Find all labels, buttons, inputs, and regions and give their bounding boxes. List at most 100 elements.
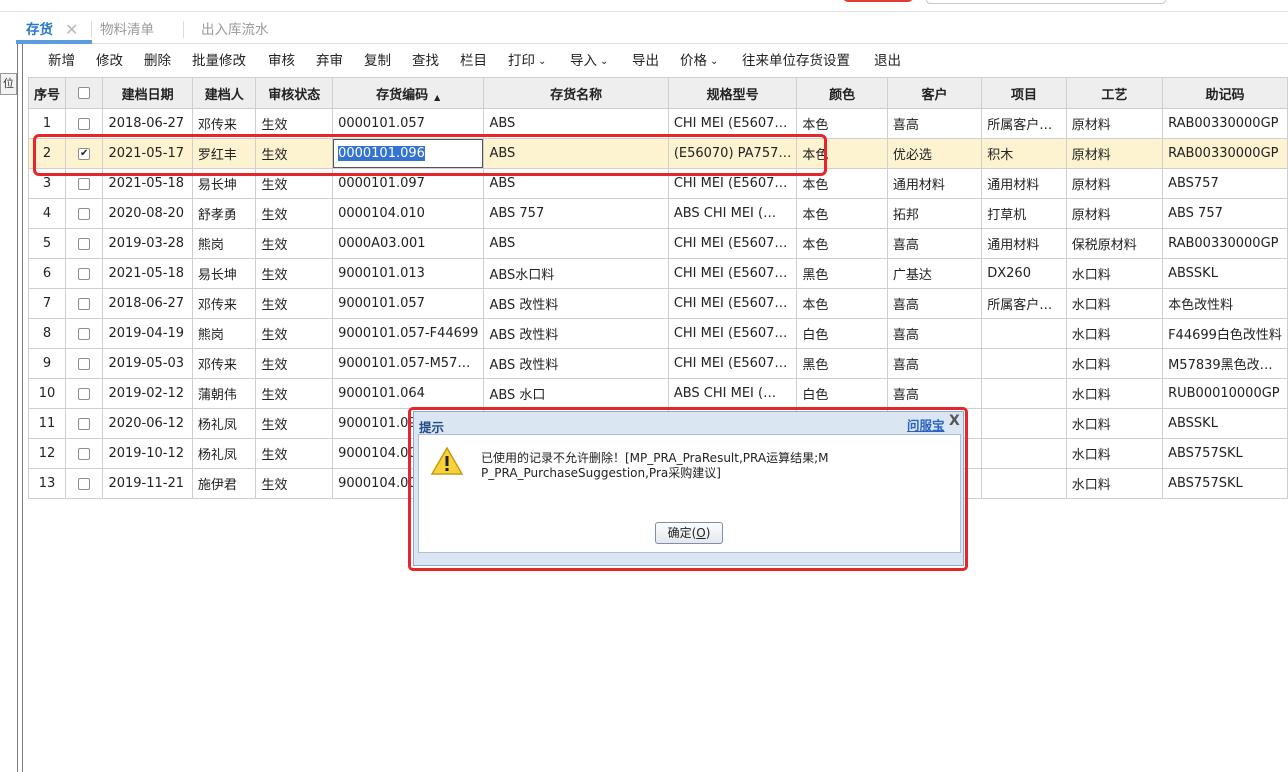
cell-status[interactable]: 生效 (255, 318, 334, 349)
cell-spec[interactable]: ABS CHI MEI (… (667, 198, 798, 229)
cell-status[interactable]: 生效 (255, 438, 334, 469)
cell-project[interactable]: 所属客户… (981, 108, 1067, 139)
side-tab[interactable]: 位 (0, 73, 17, 95)
cell-date[interactable]: 2019-05-03 (102, 348, 193, 379)
cell-no[interactable]: 13 (27, 468, 67, 499)
toolbar-button-14[interactable]: 退出 (874, 46, 901, 76)
table-row[interactable]: 4 2020-08-20 舒孝勇 生效 0000104.010 ABS 757 ABS CH… (27, 198, 1288, 229)
cell-code[interactable]: 0000104.010 (332, 198, 485, 229)
cell-color[interactable]: 白色 (796, 318, 888, 349)
cell-checked[interactable] (65, 348, 104, 379)
cell-checked[interactable] (65, 258, 104, 289)
toolbar-button-4[interactable]: 审核 (268, 46, 295, 76)
column-header[interactable]: 项目 (981, 77, 1067, 109)
cell-name[interactable]: ABS 改性料 (483, 288, 669, 319)
cell-code[interactable]: 9000101.013 (332, 258, 485, 289)
cell-project[interactable]: DX260 (981, 258, 1067, 289)
row-checkbox[interactable] (78, 357, 91, 370)
cell-project[interactable]: 通用材料 (981, 168, 1067, 199)
cell-mnemonic[interactable]: RAB00330000GP (1162, 108, 1288, 139)
column-header[interactable]: 规格型号 (667, 77, 798, 109)
cell-date[interactable]: 2019-04-19 (102, 318, 193, 349)
cell-status[interactable]: 生效 (255, 258, 334, 289)
cell-name[interactable]: ABS (483, 228, 669, 259)
cell-creator[interactable]: 邓传来 (191, 288, 257, 319)
cell-project[interactable] (981, 468, 1067, 499)
row-checkbox[interactable] (78, 237, 91, 250)
cell-craft[interactable]: 原材料 (1065, 198, 1164, 229)
toolbar-button-12[interactable]: 价格 ⌄ (680, 46, 718, 76)
cell-no[interactable]: 8 (27, 318, 67, 349)
toolbar-button-0[interactable]: 新增 (48, 46, 75, 76)
cell-mnemonic[interactable]: RUB00010000GP (1162, 378, 1288, 409)
toolbar-button-6[interactable]: 复制 (364, 46, 391, 76)
cell-mnemonic[interactable]: ABS 757 (1162, 198, 1288, 229)
cell-project[interactable] (981, 438, 1067, 469)
toolbar-button-8[interactable]: 栏目 (460, 46, 487, 76)
cell-date[interactable]: 2020-08-20 (102, 198, 193, 229)
cell-no[interactable]: 4 (27, 198, 67, 229)
cell-craft[interactable]: 水口料 (1065, 348, 1164, 379)
row-checkbox[interactable] (78, 327, 91, 340)
toolbar-button-1[interactable]: 修改 (96, 46, 123, 76)
cell-spec[interactable]: CHI MEI (E5607… (667, 348, 798, 379)
cell-no[interactable]: 9 (27, 348, 67, 379)
cell-craft[interactable]: 原材料 (1065, 138, 1164, 169)
row-checkbox[interactable] (78, 117, 91, 130)
cell-color[interactable]: 黑色 (796, 258, 888, 289)
cell-creator[interactable]: 易长坤 (191, 258, 257, 289)
column-header[interactable]: 审核状态 (255, 77, 334, 109)
cell-color[interactable]: 本色 (796, 288, 888, 319)
cell-checked[interactable] (65, 468, 104, 499)
toolbar-button-11[interactable]: 导出 (632, 46, 659, 76)
cell-color[interactable]: 本色 (796, 198, 888, 229)
cell-status[interactable]: 生效 (255, 378, 334, 409)
cell-creator[interactable]: 熊岗 (191, 318, 257, 349)
cell-project[interactable] (981, 348, 1067, 379)
table-row[interactable]: 5 2019-03-28 熊岗 生效 0000A03.001 ABS CHI MEI (E5… (27, 228, 1288, 259)
cell-project[interactable]: 所属客户… (981, 288, 1067, 319)
top-red-button[interactable] (843, 0, 913, 2)
cell-creator[interactable]: 舒孝勇 (191, 198, 257, 229)
toolbar-button-13[interactable]: 往来单位存货设置 (742, 46, 850, 76)
cell-status[interactable]: 生效 (255, 468, 334, 499)
column-header[interactable]: 颜色 (796, 77, 888, 109)
cell-craft[interactable]: 水口料 (1065, 318, 1164, 349)
cell-creator[interactable]: 杨礼凤 (191, 438, 257, 469)
cell-code[interactable]: 9000101.057 (332, 288, 485, 319)
cell-customer[interactable]: 拓邦 (886, 198, 983, 229)
table-row[interactable]: 9 2019-05-03 邓传来 生效 9000101.057-M57… ABS 改性料 C… (27, 348, 1288, 379)
cell-mnemonic[interactable]: ABSSKL (1162, 258, 1288, 289)
column-header[interactable]: 存货编码 ▲ (332, 77, 485, 109)
column-header[interactable]: 建档日期 (102, 77, 193, 109)
cell-craft[interactable]: 保税原材料 (1065, 228, 1164, 259)
cell-mnemonic[interactable]: ABS757 (1162, 168, 1288, 199)
cell-status[interactable]: 生效 (255, 348, 334, 379)
cell-name[interactable]: ABS 改性料 (483, 318, 669, 349)
cell-name[interactable]: ABS水口料 (483, 258, 669, 289)
cell-project[interactable]: 积木 (981, 138, 1067, 169)
cell-creator[interactable]: 熊岗 (191, 228, 257, 259)
row-checkbox[interactable] (78, 297, 91, 310)
cell-mnemonic[interactable]: 本色改性料 (1162, 288, 1288, 319)
cell-mnemonic[interactable]: ABSSKL (1162, 408, 1288, 439)
cell-project[interactable] (981, 318, 1067, 349)
cell-customer[interactable]: 喜高 (886, 318, 983, 349)
cell-name[interactable]: ABS 改性料 (483, 348, 669, 379)
cell-mnemonic[interactable]: M57839黑色改… (1162, 348, 1288, 379)
cell-no[interactable]: 6 (27, 258, 67, 289)
row-checkbox[interactable] (78, 417, 91, 430)
column-header[interactable]: 存货名称 (483, 77, 669, 109)
row-checkbox[interactable] (78, 477, 91, 490)
column-header[interactable]: 工艺 (1065, 77, 1164, 109)
cell-color[interactable]: 本色 (796, 228, 888, 259)
row-checkbox[interactable] (78, 447, 91, 460)
row-checkbox[interactable] (78, 177, 91, 190)
cell-creator[interactable]: 杨礼凤 (191, 408, 257, 439)
toolbar-button-2[interactable]: 删除 (144, 46, 171, 76)
cell-mnemonic[interactable]: RAB00330000GP (1162, 138, 1288, 169)
tab-stock-flow[interactable]: 出入库流水 (201, 13, 269, 44)
column-header[interactable]: 助记码 (1162, 77, 1288, 109)
row-checkbox[interactable] (78, 207, 91, 220)
column-header[interactable] (65, 77, 104, 109)
